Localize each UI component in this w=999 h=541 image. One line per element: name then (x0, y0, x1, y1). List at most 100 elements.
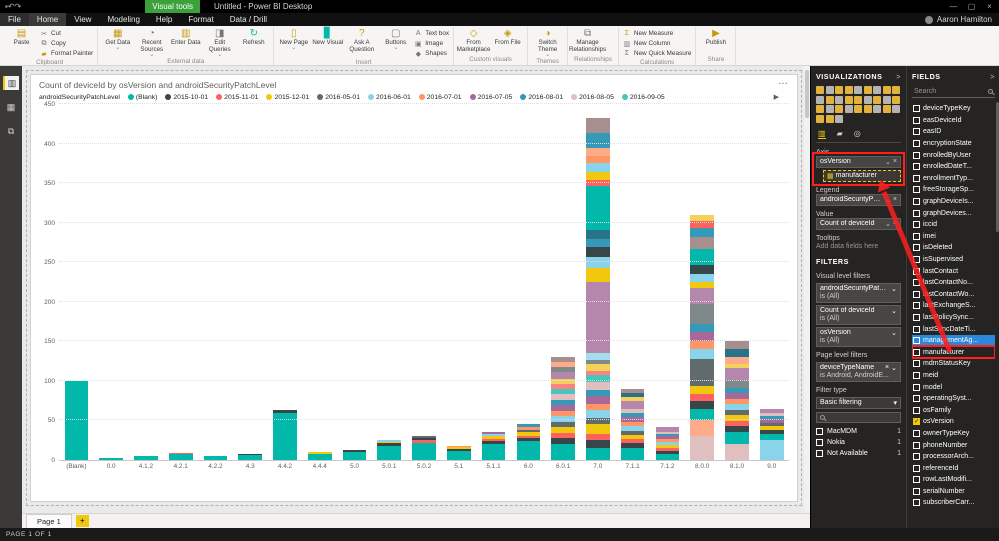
field-row-rowlastmodifi[interactable]: rowLastModifi... (912, 474, 995, 486)
canvas-scrollbar-thumb[interactable] (805, 70, 809, 118)
field-row-subscribercarr[interactable]: subscriberCarr... (912, 497, 995, 509)
ribbon-button-manage-relationships[interactable]: ⧉ Manage Relationships (569, 27, 606, 53)
stacked-bar[interactable] (203, 456, 228, 460)
field-pill-manufacturer[interactable]: ▦ manufacturer (823, 169, 901, 182)
field-row-lastcontactwo[interactable]: lastContactWo... (912, 289, 995, 301)
gauge-icon[interactable] (835, 105, 843, 113)
filled-map-icon[interactable] (816, 105, 824, 113)
checkbox[interactable] (816, 449, 823, 457)
field-pill-osversion[interactable]: osVersion ⌄ × (816, 155, 901, 168)
checkbox[interactable] (913, 290, 920, 298)
panel-collapse-icon[interactable]: > (990, 72, 995, 81)
field-row-lastsyncdateti[interactable]: lastSyncDateTi... (912, 323, 995, 335)
filter-value-row[interactable]: Not Available 1 (816, 448, 901, 459)
stacked-bar[interactable] (655, 426, 680, 460)
close-icon[interactable]: × (985, 0, 994, 13)
undo-icon[interactable]: ↶ (8, 2, 15, 11)
100-stacked-column-chart-icon[interactable] (863, 86, 872, 94)
field-row-referenceid[interactable]: referenceId (912, 462, 995, 474)
field-row-lastexchanges[interactable]: lastExchangeS... (912, 300, 995, 312)
checkbox[interactable] (913, 105, 920, 113)
checkbox[interactable] (913, 186, 920, 194)
field-row-isdeleted[interactable]: isDeleted (912, 242, 995, 254)
stacked-bar[interactable] (586, 118, 610, 460)
checkbox[interactable] (913, 395, 920, 403)
stacked-bar[interactable] (551, 357, 575, 460)
checkbox[interactable] (913, 453, 920, 461)
stacked-area-chart-icon[interactable] (892, 86, 900, 94)
stacked-bar[interactable] (690, 214, 714, 460)
checkbox[interactable] (913, 360, 920, 368)
field-row-processorarch[interactable]: processorArch... (912, 451, 995, 463)
stacked-bar[interactable] (168, 452, 193, 460)
pie-chart-icon[interactable] (863, 95, 872, 104)
checkbox[interactable] (913, 163, 920, 171)
checkbox[interactable] (913, 418, 920, 426)
chevron-down-icon[interactable]: ⌄ (891, 307, 897, 315)
field-row-devicetypekey[interactable]: deviceTypeKey (912, 103, 995, 115)
filter-pill-count-of-deviceid[interactable]: Count of deviceId ⌄ is (All) (816, 304, 901, 325)
checkbox[interactable] (913, 487, 920, 495)
field-row-freestoragesp[interactable]: freeStorageSp... (912, 184, 995, 196)
checkbox[interactable] (913, 151, 920, 159)
stacked-bar-chart-icon[interactable] (816, 86, 824, 94)
data-view-button[interactable]: ▦ (3, 100, 19, 114)
checkbox[interactable] (913, 337, 920, 345)
checkbox[interactable] (913, 499, 920, 507)
field-row-meid[interactable]: meid (912, 370, 995, 382)
ribbon-button-new-column[interactable]: ▥ New Column (623, 39, 692, 48)
menu-tab-home[interactable]: Home (28, 13, 67, 26)
maximize-icon[interactable]: ▢ (967, 0, 976, 13)
visual-container[interactable]: Count of deviceId by osVersion and andro… (26, 70, 802, 506)
field-row-ownertypekey[interactable]: ownerTypeKey (912, 428, 995, 440)
field-row-osversion[interactable]: osVersion (912, 416, 995, 428)
field-row-graphdeviceis[interactable]: graphDeviceIs... (912, 196, 995, 208)
checkbox[interactable] (913, 256, 920, 264)
checkbox[interactable] (913, 116, 920, 124)
chevron-down-icon[interactable]: ⌄ (891, 364, 897, 372)
checkbox[interactable] (913, 267, 920, 275)
checkbox[interactable] (913, 128, 920, 136)
add-page-button[interactable]: + (75, 515, 89, 527)
field-pill-count-of-deviceid[interactable]: Count of deviceId ⌄ × (816, 217, 901, 230)
multi-row-card-icon[interactable] (854, 105, 862, 113)
field-row-enrollmenttyp[interactable]: enrollmentTyp... (912, 173, 995, 185)
stacked-bar[interactable] (620, 388, 645, 460)
ribbon-button-edit-queries[interactable]: ◨ Edit Queries ⌄ (204, 27, 235, 58)
remove-icon[interactable]: × (893, 158, 897, 165)
field-row-model[interactable]: model (912, 381, 995, 393)
ribbon-button-get-data[interactable]: ▦ Get Data ⌄ (102, 27, 133, 51)
checkbox[interactable] (913, 429, 920, 437)
ribbon-button-ask-a-question[interactable]: ? Ask A Question (346, 27, 377, 53)
field-row-mdmstatuskey[interactable]: mdmStatusKey (912, 358, 995, 370)
stacked-bar[interactable] (134, 456, 158, 460)
line-and-stacked-column-chart-icon[interactable] (816, 95, 824, 104)
legend-next-icon[interactable]: ▶ (774, 93, 779, 101)
stacked-bar[interactable] (516, 424, 541, 460)
checkbox[interactable] (913, 313, 920, 321)
ribbon-button-copy[interactable]: ⧉ Copy (40, 39, 93, 48)
checkbox[interactable] (913, 232, 920, 240)
minimize-icon[interactable]: — (949, 0, 958, 13)
ribbon-button-shapes[interactable]: ◆ Shapes (414, 49, 449, 58)
filter-search-input[interactable] (816, 411, 901, 423)
python-visual-icon[interactable] (825, 114, 834, 123)
ribbon-button-buttons[interactable]: ▢ Buttons ⌄ (380, 27, 411, 51)
ribbon-button-enter-data[interactable]: ▥ Enter Data (170, 27, 201, 46)
remove-icon[interactable]: × (893, 196, 897, 203)
viz-pane-tab-format[interactable]: ▰ (837, 129, 843, 139)
funnel-icon[interactable] (825, 105, 834, 113)
field-row-enrolledbyuser[interactable]: enrolledByUser (912, 149, 995, 161)
field-row-phonenumber[interactable]: phoneNumber (912, 439, 995, 451)
panel-collapse-icon[interactable]: > (896, 72, 901, 81)
treemap-icon[interactable] (882, 95, 891, 104)
field-row-graphdevices[interactable]: graphDevices... (912, 207, 995, 219)
viz-pane-tab-analytics[interactable]: ◎ (854, 129, 861, 139)
filter-pill-devicetypename[interactable]: deviceTypeName × ⌄ is Android, AndroidE... (816, 361, 901, 382)
model-view-button[interactable]: ⧉ (3, 124, 19, 138)
ribbon-button-new-visual[interactable]: ▊ New Visual (312, 27, 343, 46)
chevron-down-icon[interactable]: ⌄ (891, 329, 897, 337)
ribbon-button-switch-theme[interactable]: ◑ Switch Theme ⌄ (532, 27, 563, 58)
field-row-imei[interactable]: imei (912, 231, 995, 243)
slicer-icon[interactable] (873, 105, 881, 113)
